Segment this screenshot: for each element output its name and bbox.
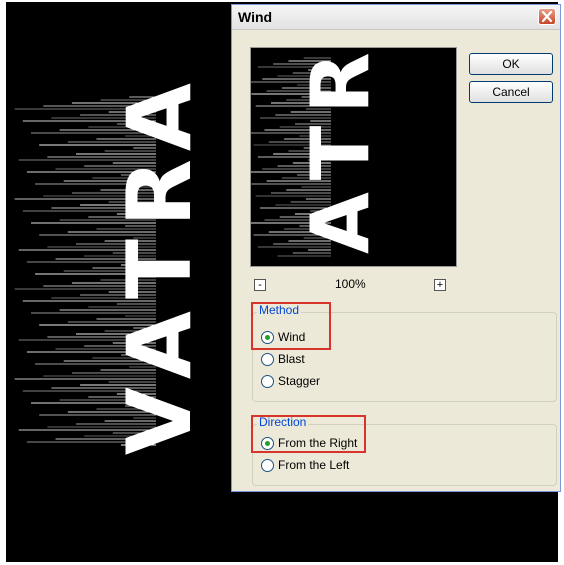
letter-a: A [108, 83, 211, 151]
direction-highlight-box [251, 415, 366, 453]
radio-icon[interactable] [261, 459, 274, 472]
letter-v: V [108, 387, 211, 455]
letter-t: T [294, 125, 387, 180]
zoom-out-button[interactable]: - [254, 279, 266, 291]
vatra-letters: ARTAV [108, 83, 211, 455]
wind-effect-artwork: ARTAV [14, 83, 211, 455]
title-bar: Wind [232, 5, 560, 30]
letter-t: T [108, 239, 211, 299]
minus-icon: - [258, 279, 262, 291]
plus-icon: + [436, 279, 444, 291]
zoom-in-button[interactable]: + [434, 279, 446, 291]
zoom-level: 100% [335, 277, 366, 291]
letter-a: A [108, 311, 211, 379]
letter-a: A [294, 192, 387, 254]
dialog-title: Wind [238, 9, 273, 25]
preview-image: RTA [251, 52, 387, 257]
method-highlight-box [251, 302, 331, 350]
cancel-button[interactable]: Cancel [469, 81, 553, 103]
close-button[interactable] [538, 8, 556, 25]
letter-r: R [108, 159, 211, 227]
preview-window[interactable]: RTA [250, 47, 457, 267]
ok-button[interactable]: OK [469, 53, 553, 75]
letter-r: R [294, 52, 387, 114]
radio-icon[interactable] [261, 353, 274, 366]
radio-icon[interactable] [261, 375, 274, 388]
close-icon [541, 10, 553, 23]
